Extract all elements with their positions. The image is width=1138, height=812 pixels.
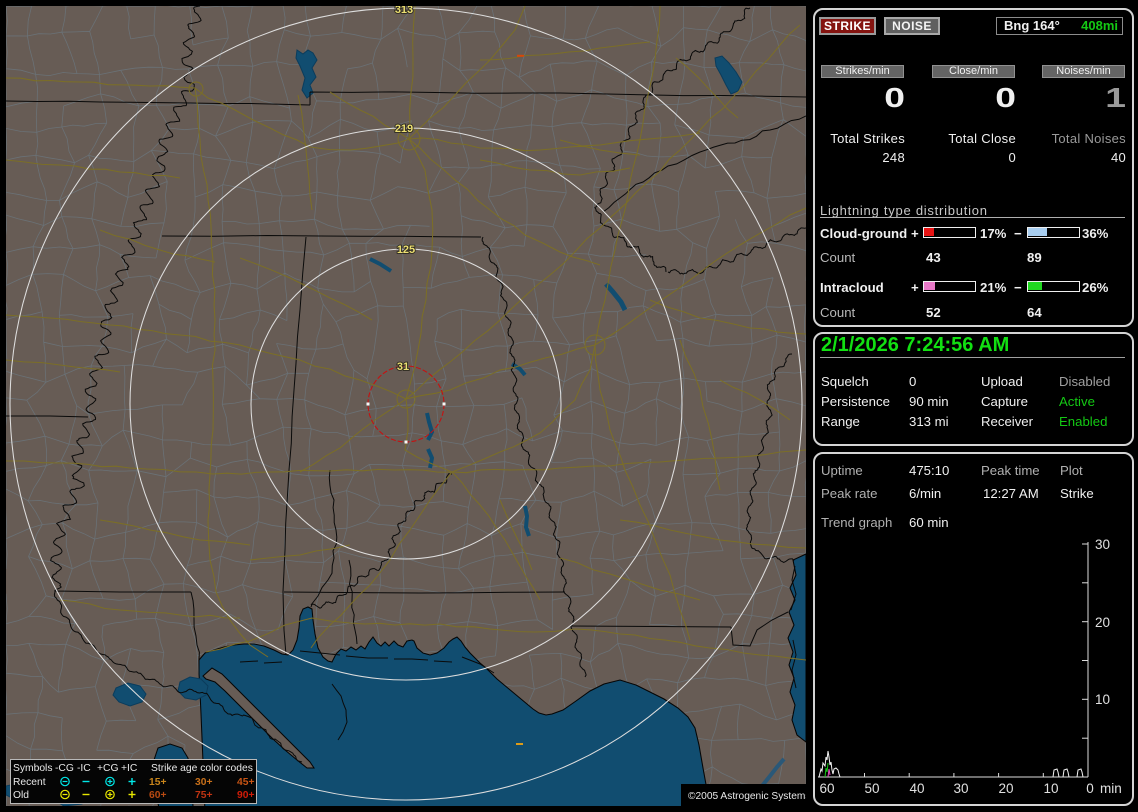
svg-text:50: 50 xyxy=(864,781,879,796)
svg-text:30: 30 xyxy=(1095,537,1110,552)
svg-text:-IC: -IC xyxy=(77,763,91,774)
svg-text:313: 313 xyxy=(395,6,413,16)
svg-text:20: 20 xyxy=(1095,615,1110,630)
svg-text:10: 10 xyxy=(1043,781,1058,796)
svg-text:Strike age color codes: Strike age color codes xyxy=(151,763,253,774)
svg-text:Recent: Recent xyxy=(13,777,46,788)
svg-text:45+: 45+ xyxy=(237,777,254,788)
svg-text:60: 60 xyxy=(819,781,834,796)
svg-text:30: 30 xyxy=(953,781,968,796)
svg-text:15+: 15+ xyxy=(149,777,166,788)
svg-text:20: 20 xyxy=(998,781,1013,796)
svg-text:90+: 90+ xyxy=(237,790,254,801)
svg-text:31: 31 xyxy=(397,361,409,373)
svg-text:+CG: +CG xyxy=(97,763,118,774)
svg-text:0: 0 xyxy=(1086,781,1094,796)
svg-text:75+: 75+ xyxy=(195,790,212,801)
svg-text:©2005 Astrogenic Systems: ©2005 Astrogenic Systems xyxy=(688,791,806,802)
svg-text:30+: 30+ xyxy=(195,777,212,788)
svg-text:219: 219 xyxy=(395,123,413,135)
svg-text:40: 40 xyxy=(909,781,924,796)
svg-text:Old: Old xyxy=(13,790,29,801)
svg-text:Symbols: Symbols xyxy=(13,763,52,774)
svg-text:+IC: +IC xyxy=(121,763,138,774)
svg-text:60+: 60+ xyxy=(149,790,166,801)
svg-text:-CG: -CG xyxy=(55,763,74,774)
svg-text:min: min xyxy=(1100,781,1122,796)
svg-text:10: 10 xyxy=(1095,692,1110,707)
svg-text:125: 125 xyxy=(397,244,415,256)
